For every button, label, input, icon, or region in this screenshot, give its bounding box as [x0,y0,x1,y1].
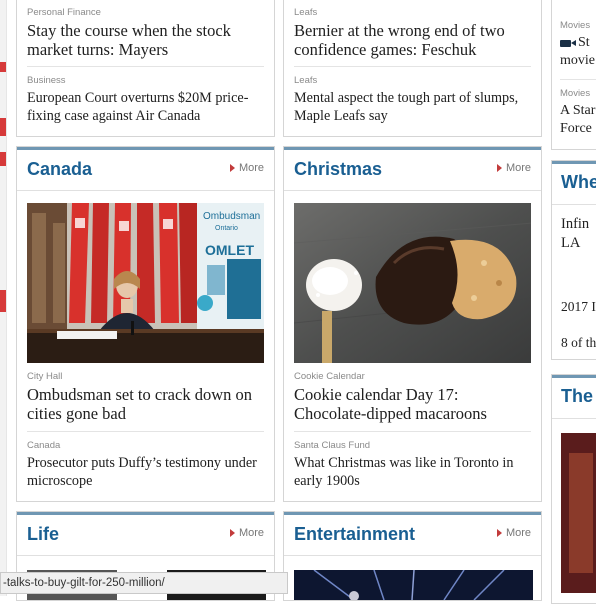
top-middle-card: Leafs Bernier at the wrong end of two co… [283,0,542,137]
story-kicker[interactable]: Personal Finance [27,7,264,18]
story-item[interactable]: Business European Court overturns $20M p… [27,75,264,125]
story-kicker[interactable]: City Hall [27,371,264,382]
story-item[interactable]: Canada Prosecutor puts Duffy’s testimony… [27,440,264,490]
more-label[interactable]: More [506,527,531,539]
story-headline[interactable]: Ombudsman set to crack down on cities go… [27,385,264,423]
more-label[interactable]: More [239,162,264,174]
status-url: -talks-to-buy-gilt-for-250-million/ [3,577,165,589]
story-item[interactable]: Santa Claus Fund What Christmas was like… [294,440,531,490]
story-kicker[interactable]: Business [27,75,264,86]
story-headline[interactable]: Prosecutor puts Duffy’s testimony under … [27,454,264,490]
canada-more-link[interactable]: More [229,162,264,174]
section-top-rule [284,147,541,150]
story-headline[interactable]: Stay the course when the stock market tu… [27,21,264,59]
red-marker [0,62,6,72]
section-title-life[interactable]: Life [27,524,59,545]
more-label[interactable]: More [506,162,531,174]
christmas-photo[interactable] [294,203,531,363]
story-headline[interactable]: St [578,34,590,52]
story-headline-cont[interactable]: Force [560,120,596,138]
entertainment-more-link[interactable]: More [496,527,531,539]
divider [294,66,531,67]
entertainment-section-card: Entertainment More [283,511,542,601]
christmas-section-card: Christmas More Cookie Calendar Cookie ca… [283,146,542,502]
story-headline-cont[interactable]: LA [561,234,580,253]
more-arrow-icon [496,529,502,537]
right-photo[interactable] [561,433,596,593]
story-item[interactable]: Personal Finance Stay the course when th… [27,7,264,59]
canada-photo[interactable]: Ombudsman Ontario OMLET [27,203,264,363]
story-kicker[interactable]: Movies [560,88,596,99]
section-header-rule [284,555,541,556]
story-headline[interactable]: European Court overturns $20M price-fixi… [27,89,264,125]
section-title-christmas[interactable]: Christmas [294,159,382,180]
more-arrow-icon [229,529,235,537]
section-top-rule [552,161,596,164]
section-title-entertainment[interactable]: Entertainment [294,524,415,545]
banner-word-text: OMLET [205,242,254,258]
section-top-rule [17,147,274,150]
story-item[interactable]: Leafs Mental aspect the tough part of sl… [294,75,531,125]
red-marker [0,152,6,166]
banner-sub-text: Ontario [215,225,238,232]
browser-status-bar: -talks-to-buy-gilt-for-250-million/ [0,572,288,594]
banner-brand-text: Ombudsman [203,211,260,222]
photo-figure [569,453,593,573]
section-title-where[interactable]: Whe [561,172,596,193]
left-page-strip [0,0,7,596]
section-top-rule [17,512,274,515]
story-headline[interactable]: A Star [560,102,596,120]
section-header-rule [17,555,274,556]
story-headline[interactable]: Mental aspect the tough part of slumps, … [294,89,531,125]
story-kicker[interactable]: Leafs [294,75,531,86]
more-label[interactable]: More [239,527,264,539]
ombudsman-press-photo: Ombudsman Ontario OMLET [27,203,264,363]
story-headline[interactable]: Cookie calendar Day 17: Chocolate-dipped… [294,385,531,423]
divider [560,79,596,80]
story-kicker[interactable]: Leafs [294,7,531,18]
right-story-item[interactable]: Movies St movie [560,20,596,70]
section-title-the[interactable]: The [561,386,593,407]
macaroon-photo [294,203,531,363]
top-left-card: Personal Finance Stay the course when th… [16,0,275,137]
canada-section-card: Canada More Ombudsman Ontario OMLET City… [16,146,275,502]
story-kicker[interactable]: Movies [560,20,596,31]
christmas-more-link[interactable]: More [496,162,531,174]
story-item[interactable]: Cookie Calendar Cookie calendar Day 17: … [294,371,531,423]
section-header-rule [552,418,596,419]
video-camera-icon [560,39,576,47]
more-arrow-icon [496,164,502,172]
divider [27,431,264,432]
story-headline[interactable]: Bernier at the wrong end of two confiden… [294,21,531,59]
divider [27,66,264,67]
story-headline[interactable]: 8 of th [561,335,596,351]
section-header-rule [17,190,274,191]
story-kicker[interactable]: Canada [27,440,264,451]
story-headline-cont[interactable]: movie [560,52,596,70]
section-top-rule [284,512,541,515]
red-marker [0,290,6,312]
story-headline[interactable]: Infin [561,215,589,234]
story-kicker[interactable]: Cookie Calendar [294,371,531,382]
story-headline[interactable]: 2017 I [561,299,596,315]
red-marker [0,118,6,136]
section-title-canada[interactable]: Canada [27,159,92,180]
right-the-card: The [551,374,596,604]
life-more-link[interactable]: More [229,527,264,539]
section-top-rule [552,375,596,378]
story-item[interactable]: Leafs Bernier at the wrong end of two co… [294,7,531,59]
section-header-rule [552,204,596,205]
story-item[interactable]: City Hall Ombudsman set to crack down on… [27,371,264,423]
right-story-item[interactable]: Movies A Star Force [560,88,596,138]
right-where-card: Whe Infin LA 2017 I 8 of th [551,160,596,360]
story-headline[interactable]: What Christmas was like in Toronto in ea… [294,454,531,490]
divider [294,431,531,432]
story-kicker[interactable]: Santa Claus Fund [294,440,531,451]
section-header-rule [284,190,541,191]
more-arrow-icon [229,164,235,172]
